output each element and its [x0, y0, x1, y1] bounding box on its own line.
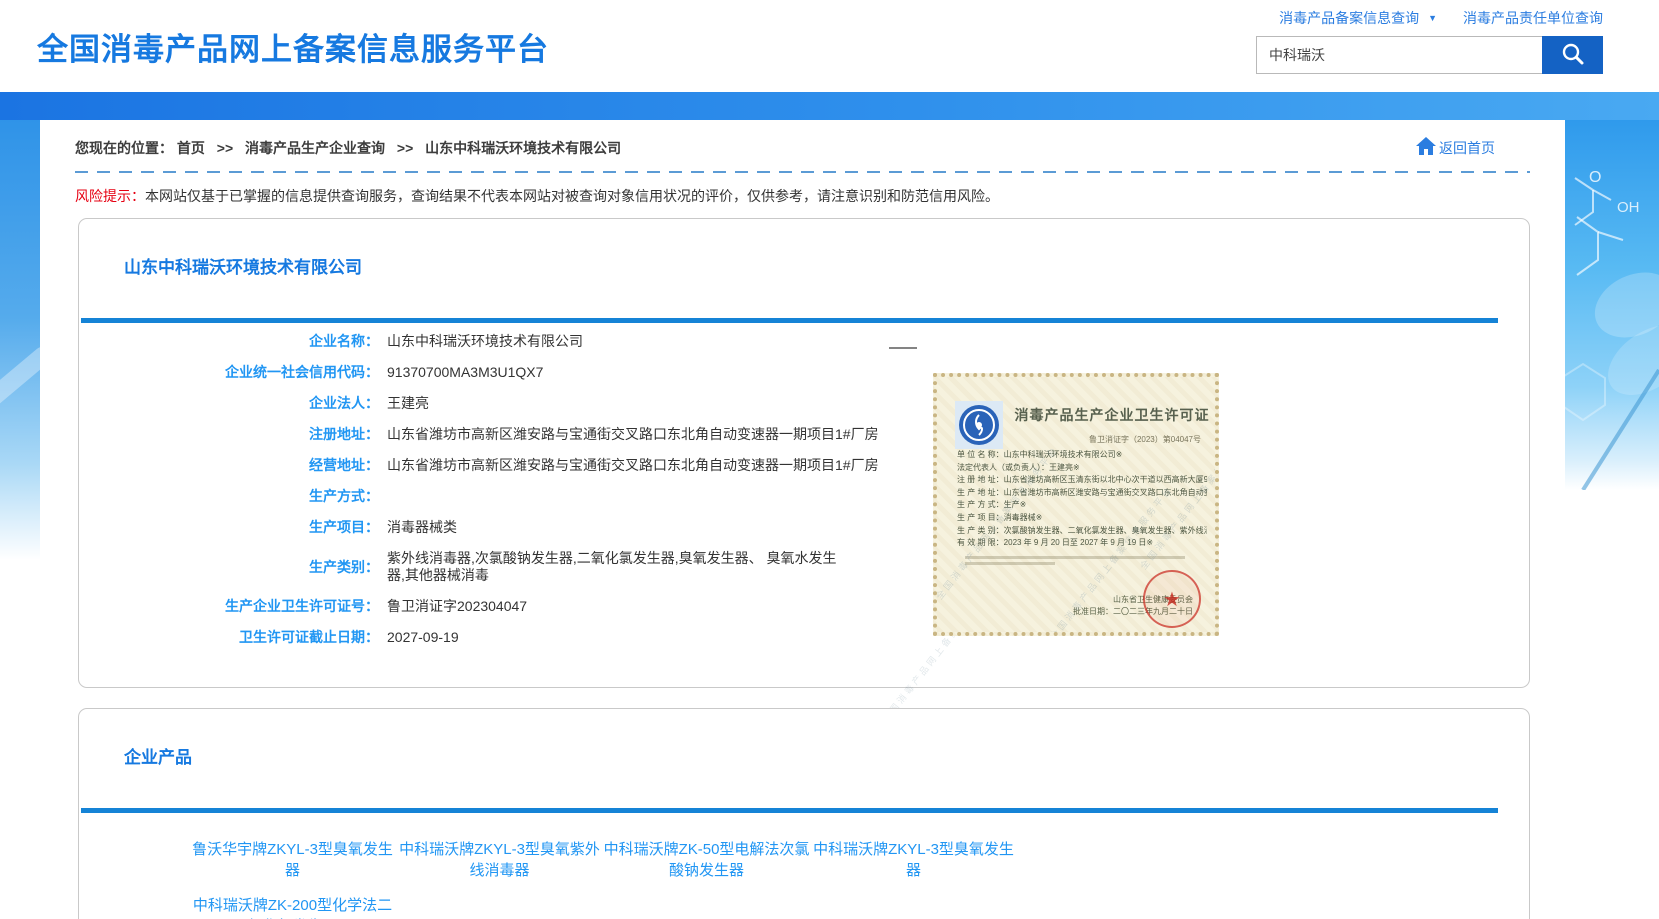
site-title: 全国消毒产品网上备案信息服务平台 [37, 24, 549, 69]
breadcrumb-current: 山东中科瑞沃环境技术有限公司 [425, 140, 621, 156]
breadcrumb-separator: >> [397, 140, 413, 156]
home-icon [1415, 136, 1437, 159]
background-left-decoration [0, 120, 40, 560]
field-row: 生产企业卫生许可证号： 鲁卫消证字202304047 [79, 591, 1529, 622]
risk-notice-label: 风险提示： [75, 188, 145, 204]
risk-notice-text: 本网站仅基于已掌握的信息提供查询服务，查询结果不代表本网站对被查询对象信用状况的… [145, 188, 999, 204]
product-list: 鲁沃华宇牌ZKYL-3型臭氧发生器 中科瑞沃牌ZKYL-3型臭氧紫外线消毒器 中… [79, 813, 1019, 919]
dash-mark [889, 347, 917, 349]
site-header: 全国消毒产品网上备案信息服务平台 消毒产品备案信息查询 ▼ 消毒产品责任单位查询 [0, 0, 1659, 92]
breadcrumb-row: 您现在的位置： 首页 >> 消毒产品生产企业查询 >> 山东中科瑞沃环境技术有限… [40, 120, 1565, 159]
chevron-down-icon[interactable]: ▼ [1428, 13, 1437, 23]
field-label: 企业统一社会信用代码： [79, 364, 379, 381]
field-label: 卫生许可证截止日期： [79, 629, 379, 646]
field-row: 企业名称： 山东中科瑞沃环境技术有限公司 [79, 326, 1529, 357]
field-label: 经营地址： [79, 457, 379, 474]
field-label: 生产类别： [79, 559, 379, 576]
field-row: 企业法人： 王建亮 [79, 388, 1529, 419]
field-label: 企业法人： [79, 395, 379, 412]
search-icon [1560, 41, 1586, 70]
molecule-illustration: O OH [1565, 120, 1659, 490]
background-right-decoration: O OH [1565, 120, 1659, 490]
field-value: 紫外线消毒器,次氯酸钠发生器,二氧化氯发生器,臭氧发生器、 臭氧水发生器,其他器… [387, 550, 845, 584]
nav-record-info-query-link[interactable]: 消毒产品备案信息查询 [1279, 8, 1419, 28]
main-container: 您现在的位置： 首页 >> 消毒产品生产企业查询 >> 山东中科瑞沃环境技术有限… [40, 120, 1565, 919]
license-certificate-image: 消毒产品生产企业卫生许可证 鲁卫消证字（2023）第04047号 单 位 名 称… [933, 373, 1219, 636]
product-link[interactable]: 中科瑞沃牌ZKYL-3型臭氧紫外线消毒器 [396, 839, 603, 881]
seal-star-icon: ★ [1163, 587, 1181, 612]
field-label: 生产方式： [79, 488, 379, 505]
field-row: 卫生许可证截止日期： 2027-09-19 [79, 622, 1529, 653]
breadcrumb-separator: >> [217, 140, 233, 156]
field-value: 鲁卫消证字202304047 [387, 598, 527, 615]
dashed-divider [75, 171, 1530, 173]
field-value: 王建亮 [387, 395, 429, 412]
field-label: 生产企业卫生许可证号： [79, 598, 379, 615]
product-link[interactable]: 鲁沃华宇牌ZKYL-3型臭氧发生器 [189, 839, 396, 881]
breadcrumb-home[interactable]: 首页 [177, 140, 205, 156]
breadcrumb-enterprise-query[interactable]: 消毒产品生产企业查询 [245, 140, 385, 156]
certificate-line: 注 册 地 址：山东省潍坊高新区玉清东街以北中心次干道以西高新大厦902室科苑 [957, 474, 1207, 487]
field-value: 山东省潍坊市高新区潍安路与宝通街交叉路口东北角自动变速器一期项目1#厂房 [387, 426, 879, 443]
products-panel-title: 企业产品 [79, 709, 1529, 768]
product-link[interactable]: 中科瑞沃牌ZK-200型化学法二氧化氯发生器 [189, 895, 396, 919]
nav-responsible-unit-query-link[interactable]: 消毒产品责任单位查询 [1463, 8, 1603, 28]
company-panel-title: 山东中科瑞沃环境技术有限公司 [79, 219, 1529, 278]
field-value: 山东省潍坊市高新区潍安路与宝通街交叉路口东北角自动变速器一期项目1#厂房 [387, 457, 879, 474]
certificate-line: 单 位 名 称：山东中科瑞沃环境技术有限公司※ [957, 449, 1207, 462]
certificate-title: 消毒产品生产企业卫生许可证 [1009, 405, 1215, 425]
field-label: 注册地址： [79, 426, 379, 443]
back-home-label: 返回首页 [1439, 138, 1495, 158]
company-fields: 企业名称： 山东中科瑞沃环境技术有限公司 企业统一社会信用代码： 9137070… [79, 323, 1529, 653]
red-seal-stamp: ★ [1143, 570, 1201, 628]
svg-text:O: O [1589, 169, 1601, 186]
fine-print-bar [965, 562, 1055, 565]
company-panel: 山东中科瑞沃环境技术有限公司 企业名称： 山东中科瑞沃环境技术有限公司 企业统一… [78, 218, 1530, 688]
field-value: 91370700MA3M3U1QX7 [387, 364, 543, 381]
health-commission-emblem-icon [955, 401, 1003, 449]
field-row: 生产方式： [79, 481, 1529, 512]
certificate-number: 鲁卫消证字（2023）第04047号 [1089, 434, 1201, 445]
field-row: 生产项目： 消毒器械类 [79, 512, 1529, 543]
header-right: 消毒产品备案信息查询 ▼ 消毒产品责任单位查询 [1256, 8, 1603, 74]
product-link[interactable]: 中科瑞沃牌ZKYL-3型臭氧发生器 [810, 839, 1017, 881]
field-label: 企业名称： [79, 333, 379, 350]
background-streak [0, 343, 40, 415]
risk-notice: 风险提示：本网站仅基于已掌握的信息提供查询服务，查询结果不代表本网站对被查询对象… [75, 186, 1530, 206]
field-row: 经营地址： 山东省潍坊市高新区潍安路与宝通街交叉路口东北角自动变速器一期项目1#… [79, 450, 1529, 481]
header-band [0, 92, 1659, 120]
field-row: 注册地址： 山东省潍坊市高新区潍安路与宝通街交叉路口东北角自动变速器一期项目1#… [79, 419, 1529, 450]
search-input[interactable] [1256, 36, 1542, 74]
search-box [1256, 36, 1603, 74]
field-row: 生产类别： 紫外线消毒器,次氯酸钠发生器,二氧化氯发生器,臭氧发生器、 臭氧水发… [79, 543, 1529, 591]
field-value: 山东中科瑞沃环境技术有限公司 [387, 333, 583, 350]
field-label: 生产项目： [79, 519, 379, 536]
breadcrumb-prefix: 您现在的位置： [75, 140, 173, 156]
products-panel: 企业产品 鲁沃华宇牌ZKYL-3型臭氧发生器 中科瑞沃牌ZKYL-3型臭氧紫外线… [78, 708, 1530, 919]
search-button[interactable] [1542, 36, 1603, 74]
product-link[interactable]: 中科瑞沃牌ZK-50型电解法次氯酸钠发生器 [603, 839, 810, 881]
field-row: 企业统一社会信用代码： 91370700MA3M3U1QX7 [79, 357, 1529, 388]
field-value: 消毒器械类 [387, 519, 457, 536]
back-home-link[interactable]: 返回首页 [1415, 136, 1495, 159]
breadcrumb: 您现在的位置： 首页 >> 消毒产品生产企业查询 >> 山东中科瑞沃环境技术有限… [75, 138, 621, 158]
top-nav: 消毒产品备案信息查询 ▼ 消毒产品责任单位查询 [1279, 8, 1603, 28]
svg-text:OH: OH [1617, 199, 1640, 216]
certificate-line: 法定代表人（或负责人）：王建亮※ [957, 462, 1207, 475]
certificate-line: 生 产 方 式：生产※ [957, 499, 1207, 512]
field-value: 2027-09-19 [387, 629, 459, 646]
